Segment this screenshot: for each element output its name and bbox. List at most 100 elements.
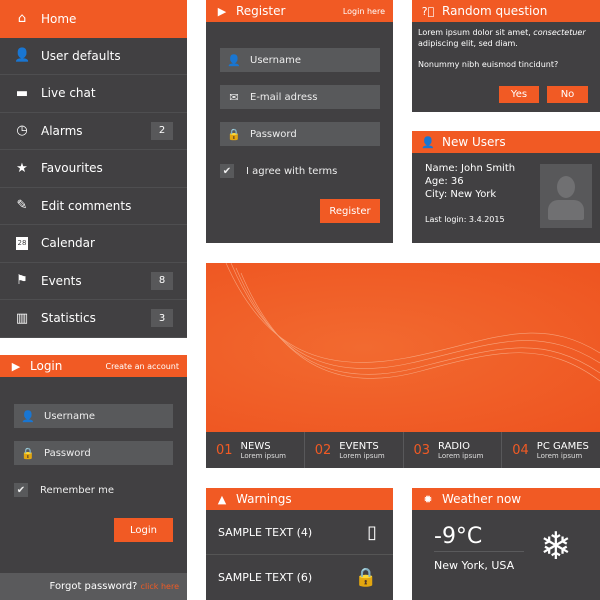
last-login: Last login: 3.4.2015 xyxy=(425,215,505,224)
no-button[interactable]: No xyxy=(547,86,588,103)
login-header: ▶ Login Create an account xyxy=(0,355,187,377)
temperature: -9°C xyxy=(434,524,524,552)
avatar xyxy=(540,164,592,228)
sidebar-item-favourites[interactable]: ★ Favourites xyxy=(0,150,187,188)
sidebar-item-label: Events xyxy=(41,273,82,288)
new-users-title: New Users xyxy=(442,135,506,149)
wave-decoration xyxy=(225,263,600,382)
create-account-link[interactable]: Create an account xyxy=(105,362,179,371)
email-placeholder: E-mail adress xyxy=(250,91,318,103)
warning-row[interactable]: SAMPLE TEXT (6) 🔒 xyxy=(206,555,393,600)
question-icon: ?⃝ xyxy=(421,4,435,18)
random-question-panel: ?⃝ Random question Lorem ipsum dolor sit … xyxy=(412,0,600,112)
count-badge: 3 xyxy=(151,309,173,328)
sidebar-item-label: Favourites xyxy=(41,161,103,176)
agree-terms-checkbox[interactable]: ✔ I agree with terms xyxy=(220,164,337,178)
tab-subtitle: Lorem ipsum xyxy=(339,451,385,460)
login-footer: Forgot password? click here xyxy=(0,573,187,600)
chart-icon: ▥ xyxy=(15,310,29,326)
flag-icon: ⚑ xyxy=(16,273,28,289)
phone-icon: ▯ xyxy=(367,521,377,543)
tab-subtitle: Lorem ipsum xyxy=(536,451,583,460)
register-username-input[interactable]: 👤 Username xyxy=(220,48,380,72)
question-title: Random question xyxy=(442,4,548,18)
warnings-panel: ▲ Warnings SAMPLE TEXT (4) ▯ SAMPLE TEXT (… xyxy=(206,488,393,600)
tab-title: PC GAMES xyxy=(536,440,589,452)
login-here-link[interactable]: Login here xyxy=(343,7,385,16)
check-icon: ✔ xyxy=(14,483,28,497)
sidebar-item-label: Statistics xyxy=(41,311,96,326)
sidebar-item-label: Calendar xyxy=(41,236,95,251)
sidebar-item-label: User defaults xyxy=(41,48,121,63)
sidebar-item-events[interactable]: ⚑ Events 8 xyxy=(0,263,187,300)
username-placeholder: Username xyxy=(44,410,95,422)
weather-header: ✹ Weather now xyxy=(412,488,600,510)
home-icon: ⌂ xyxy=(17,11,27,27)
weather-title: Weather now xyxy=(442,492,522,506)
forgot-label: Forgot password? xyxy=(49,581,138,592)
lock-icon: 🔒 xyxy=(21,446,35,460)
lock-icon: 🔒 xyxy=(354,567,377,588)
tab-events[interactable]: 02 EVENTS Lorem ipsum xyxy=(305,432,404,468)
sidebar-item-alarms[interactable]: ◷ Alarms 2 xyxy=(0,113,187,150)
play-icon: ▶ xyxy=(217,4,227,18)
username-placeholder: Username xyxy=(250,54,301,66)
login-button[interactable]: Login xyxy=(114,518,173,542)
count-badge: 8 xyxy=(151,271,173,290)
sidebar-menu: ⌂ Home 👤 User defaults ▬ Live chat ◷ Alarms 2 ★ Fa… xyxy=(0,0,187,338)
tab-radio[interactable]: 03 RADIO Lorem ipsum xyxy=(404,432,503,468)
new-users-panel: 👤 New Users Name: John Smith Age: 36 City: … xyxy=(412,131,600,243)
sidebar-item-label: Edit comments xyxy=(41,198,132,213)
question-header: ?⃝ Random question xyxy=(412,0,600,22)
tab-title: RADIO xyxy=(438,440,470,452)
user-details: Name: John Smith Age: 36 City: New York xyxy=(425,163,516,200)
login-title: Login xyxy=(30,359,63,373)
user-icon: 👤 xyxy=(227,53,241,67)
yes-button[interactable]: Yes xyxy=(499,86,539,103)
user-icon: 👤 xyxy=(421,135,435,149)
login-password-input[interactable]: 🔒 Password xyxy=(14,441,173,465)
tab-title: EVENTS xyxy=(339,440,379,452)
password-placeholder: Password xyxy=(250,128,297,140)
tab-title: NEWS xyxy=(240,440,271,452)
tab-news[interactable]: 01 NEWS Lorem ipsum xyxy=(206,432,305,468)
sidebar-item-calendar[interactable]: 28 Calendar xyxy=(0,225,187,263)
question-prompt: Nonummy nibh euismod tincidunt? xyxy=(418,60,559,69)
forgot-password-link[interactable]: click here xyxy=(141,582,179,591)
count-badge: 2 xyxy=(151,121,173,140)
login-panel: ▶ Login Create an account 👤 Username 🔒 Passw… xyxy=(0,355,187,600)
agree-label: I agree with terms xyxy=(246,165,338,177)
sidebar-item-home[interactable]: ⌂ Home xyxy=(0,0,187,38)
register-button[interactable]: Register xyxy=(320,199,380,223)
sidebar-item-live-chat[interactable]: ▬ Live chat xyxy=(0,75,187,113)
tab-subtitle: Lorem ipsum xyxy=(240,451,286,460)
sidebar-item-label: Home xyxy=(41,11,77,26)
warnings-title: Warnings xyxy=(236,492,292,506)
register-panel: ▶ Register Login here 👤 Username ✉ E-mail ad… xyxy=(206,0,393,243)
register-password-input[interactable]: 🔒 Password xyxy=(220,122,380,146)
tab-pc-games[interactable]: 04 PC GAMES Lorem ipsum xyxy=(502,432,600,468)
tab-number: 03 xyxy=(413,442,431,458)
user-icon: 👤 xyxy=(21,409,35,423)
register-email-input[interactable]: ✉ E-mail adress xyxy=(220,85,380,109)
user-icon: 👤 xyxy=(14,48,31,64)
weather-panel: ✹ Weather now -9°C New York, USA ❄ xyxy=(412,488,600,600)
sidebar-item-user-defaults[interactable]: 👤 User defaults xyxy=(0,38,187,75)
warning-text: SAMPLE TEXT (6) xyxy=(218,571,313,584)
check-icon: ✔ xyxy=(220,164,234,178)
remember-label: Remember me xyxy=(40,484,114,496)
chat-icon: ▬ xyxy=(15,85,29,101)
warning-icon: ▲ xyxy=(217,492,227,506)
category-tabs: 01 NEWS Lorem ipsum 02 EVENTS Lorem ipsum 03 RA… xyxy=(206,432,600,468)
remember-me-checkbox[interactable]: ✔ Remember me xyxy=(14,483,114,497)
snowflake-icon: ❄ xyxy=(540,524,572,568)
warning-row[interactable]: SAMPLE TEXT (4) ▯ xyxy=(206,510,393,555)
sidebar-item-statistics[interactable]: ▥ Statistics 3 xyxy=(0,300,187,338)
weather-city: New York, USA xyxy=(434,559,515,572)
question-text: Lorem ipsum dolor sit amet, consectetuer… xyxy=(418,28,586,48)
password-placeholder: Password xyxy=(44,447,91,459)
login-username-input[interactable]: 👤 Username xyxy=(14,404,173,428)
tab-number: 02 xyxy=(314,442,332,458)
hero-banner xyxy=(206,263,600,432)
sidebar-item-edit-comments[interactable]: ✎ Edit comments xyxy=(0,188,187,225)
